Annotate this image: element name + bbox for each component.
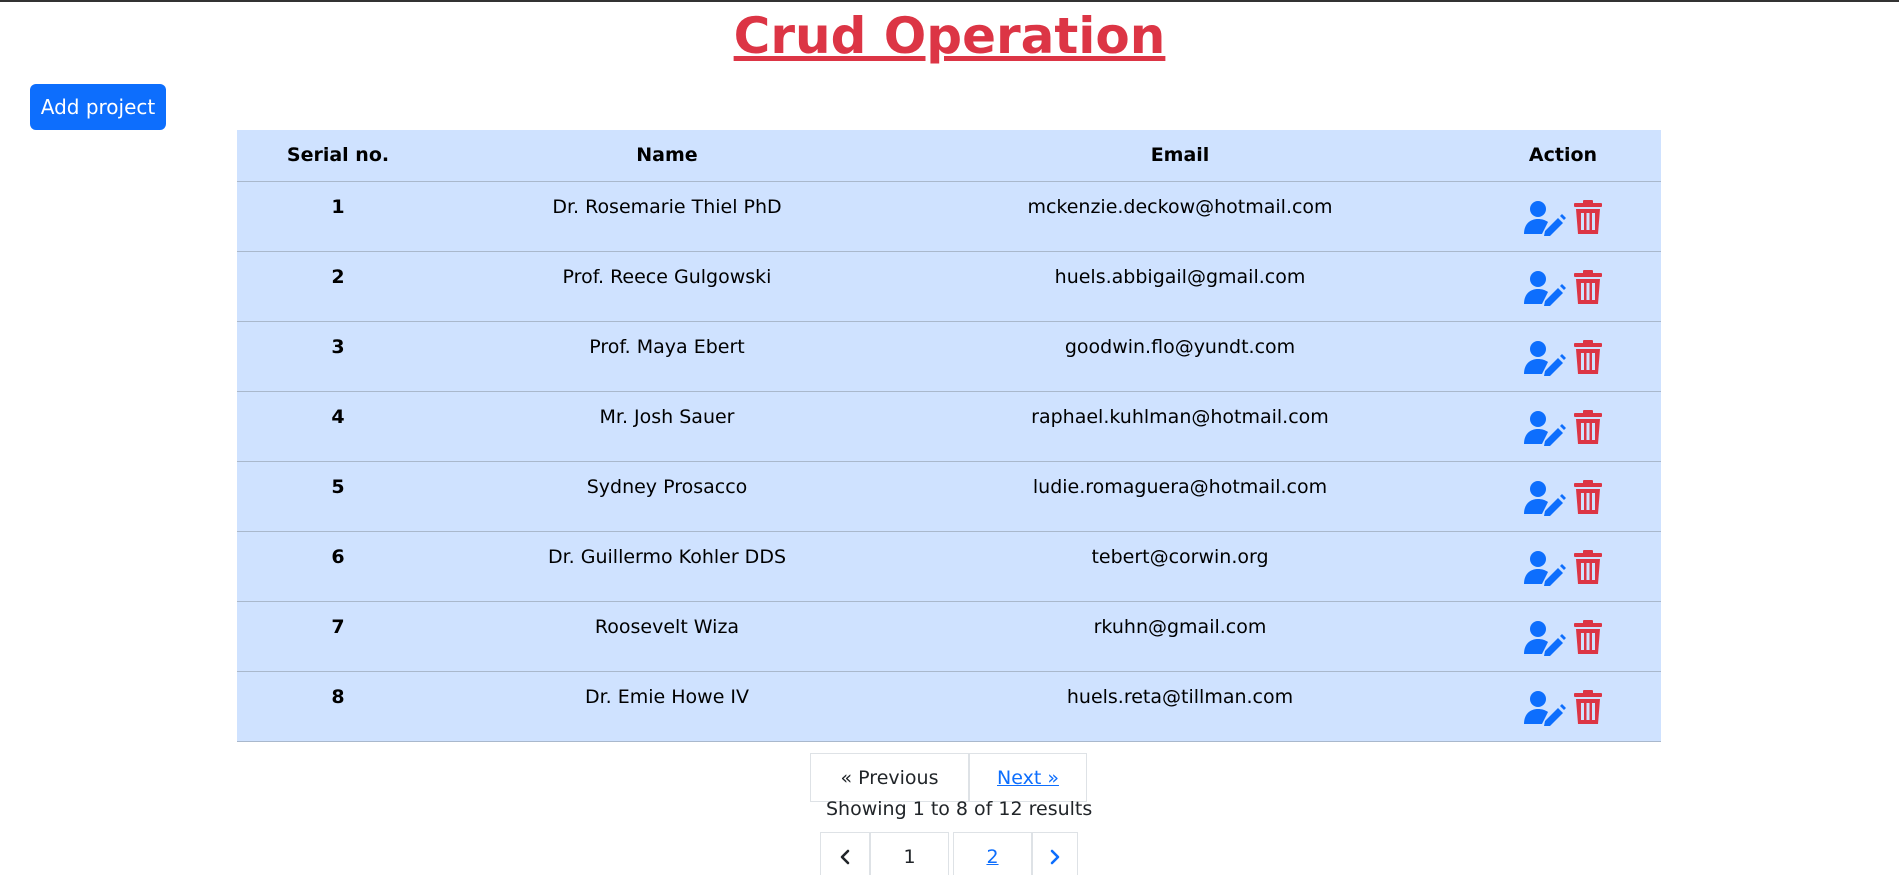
- user-edit-icon[interactable]: [1524, 690, 1566, 726]
- previous-button[interactable]: « Previous: [810, 753, 969, 802]
- trash-icon[interactable]: [1574, 269, 1602, 306]
- page-2-button[interactable]: 2: [953, 832, 1032, 875]
- user-edit-icon[interactable]: [1524, 270, 1566, 306]
- table-row: 5 Sydney Prosacco ludie.romaguera@hotmail.…: [237, 461, 1661, 532]
- prev-page-button[interactable]: [820, 832, 870, 875]
- cell-serial: 4: [237, 391, 439, 462]
- table-row: 8 Dr. Emie Howe IV huels.reta@tillman.com: [237, 671, 1661, 742]
- simple-pagination: « Previous Next »: [810, 753, 1087, 802]
- cell-name: Roosevelt Wiza: [439, 601, 895, 672]
- cell-email: mckenzie.deckow@hotmail.com: [895, 181, 1465, 252]
- page-title: Crud Operation: [733, 7, 1166, 65]
- header-email: Email: [895, 130, 1465, 182]
- trash-icon[interactable]: [1574, 689, 1602, 726]
- table-body: 1 Dr. Rosemarie Thiel PhD mckenzie.deckow@…: [237, 181, 1661, 742]
- cell-name: Sydney Prosacco: [439, 461, 895, 532]
- user-edit-icon[interactable]: [1524, 550, 1566, 586]
- header-serial: Serial no.: [237, 130, 439, 182]
- cell-actions: [1465, 181, 1661, 252]
- cell-name: Prof. Maya Ebert: [439, 321, 895, 392]
- cell-email: goodwin.flo@yundt.com: [895, 321, 1465, 392]
- table-row: 3 Prof. Maya Ebert goodwin.flo@yundt.com: [237, 321, 1661, 392]
- chevron-right-icon: [1050, 849, 1060, 865]
- cell-serial: 2: [237, 251, 439, 322]
- cell-serial: 7: [237, 601, 439, 672]
- user-edit-icon[interactable]: [1524, 200, 1566, 236]
- cell-actions: [1465, 671, 1661, 742]
- table-header-row: Serial no. Name Email Action: [237, 130, 1661, 182]
- user-edit-icon[interactable]: [1524, 480, 1566, 516]
- users-table: Serial no. Name Email Action 1 Dr. Rosema…: [237, 130, 1661, 742]
- trash-icon[interactable]: [1574, 549, 1602, 586]
- cell-email: ludie.romaguera@hotmail.com: [895, 461, 1465, 532]
- add-project-button[interactable]: Add project: [30, 84, 166, 130]
- cell-actions: [1465, 461, 1661, 532]
- trash-icon[interactable]: [1574, 339, 1602, 376]
- user-edit-icon[interactable]: [1524, 410, 1566, 446]
- table-row: 4 Mr. Josh Sauer raphael.kuhlman@hotmail.c…: [237, 391, 1661, 462]
- cell-serial: 6: [237, 531, 439, 602]
- page-1-button[interactable]: 1: [870, 832, 949, 875]
- trash-icon[interactable]: [1574, 199, 1602, 236]
- cell-actions: [1465, 531, 1661, 602]
- cell-email: tebert@corwin.org: [895, 531, 1465, 602]
- trash-icon[interactable]: [1574, 409, 1602, 446]
- cell-actions: [1465, 251, 1661, 322]
- trash-icon[interactable]: [1574, 479, 1602, 516]
- cell-serial: 1: [237, 181, 439, 252]
- user-edit-icon[interactable]: [1524, 340, 1566, 376]
- cell-email: rkuhn@gmail.com: [895, 601, 1465, 672]
- numbered-pagination: 1 2: [820, 832, 1078, 875]
- table-row: 7 Roosevelt Wiza rkuhn@gmail.com: [237, 601, 1661, 672]
- cell-name: Dr. Rosemarie Thiel PhD: [439, 181, 895, 252]
- cell-serial: 5: [237, 461, 439, 532]
- cell-actions: [1465, 391, 1661, 462]
- trash-icon[interactable]: [1574, 619, 1602, 656]
- table-row: 6 Dr. Guillermo Kohler DDS tebert@corwin.o…: [237, 531, 1661, 602]
- cell-email: huels.abbigail@gmail.com: [895, 251, 1465, 322]
- cell-name: Mr. Josh Sauer: [439, 391, 895, 462]
- chevron-left-icon: [840, 849, 850, 865]
- user-edit-icon[interactable]: [1524, 620, 1566, 656]
- cell-name: Dr. Emie Howe IV: [439, 671, 895, 742]
- users-table-container: Serial no. Name Email Action 1 Dr. Rosema…: [237, 130, 1661, 742]
- cell-name: Prof. Reece Gulgowski: [439, 251, 895, 322]
- cell-actions: [1465, 321, 1661, 392]
- results-summary: Showing 1 to 8 of 12 results: [826, 798, 1093, 820]
- next-button[interactable]: Next »: [969, 753, 1087, 802]
- table-row: 2 Prof. Reece Gulgowski huels.abbigail@gma…: [237, 251, 1661, 322]
- next-page-button[interactable]: [1032, 832, 1078, 875]
- cell-serial: 3: [237, 321, 439, 392]
- cell-name: Dr. Guillermo Kohler DDS: [439, 531, 895, 602]
- table-row: 1 Dr. Rosemarie Thiel PhD mckenzie.deckow@…: [237, 181, 1661, 252]
- cell-email: raphael.kuhlman@hotmail.com: [895, 391, 1465, 462]
- header-action: Action: [1465, 130, 1661, 182]
- cell-actions: [1465, 601, 1661, 672]
- header-name: Name: [439, 130, 895, 182]
- cell-serial: 8: [237, 671, 439, 742]
- cell-email: huels.reta@tillman.com: [895, 671, 1465, 742]
